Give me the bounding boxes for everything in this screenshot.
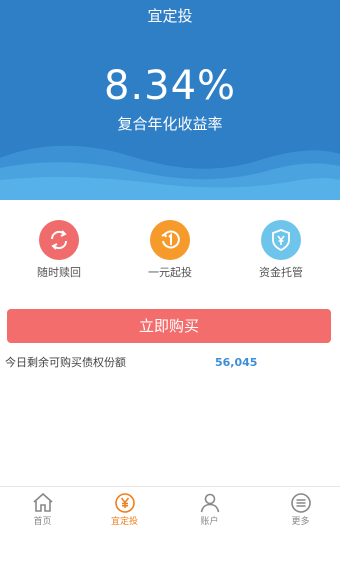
one-yuan-icon	[150, 220, 190, 260]
tab-label: 更多	[291, 517, 310, 527]
yen-shield-icon	[261, 220, 301, 260]
feature-label: 资金托管	[259, 266, 303, 279]
tab-more[interactable]: 更多	[258, 491, 340, 528]
tab-fixed-invest[interactable]: 宜定投	[82, 491, 167, 528]
annual-rate-label: 复合年化收益率	[117, 115, 223, 133]
remaining-quota-value: 56,045	[215, 356, 258, 369]
hero-banner: 宜定投 8.34% 复合年化收益率	[0, 0, 340, 200]
menu-icon	[290, 493, 311, 513]
yen-circle-icon	[114, 493, 135, 513]
buy-now-button[interactable]: 立即购买	[7, 309, 331, 343]
tab-label: 宜定投	[110, 517, 138, 527]
page-title: 宜定投	[147, 7, 193, 25]
remaining-quota: 今日剩余可购买债权份额 56,045	[5, 354, 335, 372]
wave-decoration	[0, 145, 340, 200]
tab-label: 账户	[200, 517, 219, 527]
feature-fund-custody: 资金托管	[236, 220, 326, 280]
feature-label: 随时赎回	[37, 266, 81, 279]
bottom-tab-bar: 首页 宜定投 账户 更多	[0, 486, 340, 535]
refresh-icon	[39, 220, 79, 260]
feature-one-yuan: 一元起投	[125, 220, 215, 280]
remaining-quota-label: 今日剩余可购买债权份额	[5, 356, 126, 369]
tab-home[interactable]: 首页	[0, 491, 85, 528]
feature-list: 随时赎回 一元起投 资金托管	[0, 220, 340, 290]
feature-redeem-anytime: 随时赎回	[14, 220, 104, 280]
feature-label: 一元起投	[148, 266, 192, 279]
home-icon	[32, 492, 53, 512]
tab-label: 首页	[33, 517, 52, 527]
tab-account[interactable]: 账户	[167, 491, 252, 528]
user-icon	[200, 493, 219, 513]
annual-rate: 8.34%	[103, 63, 237, 109]
